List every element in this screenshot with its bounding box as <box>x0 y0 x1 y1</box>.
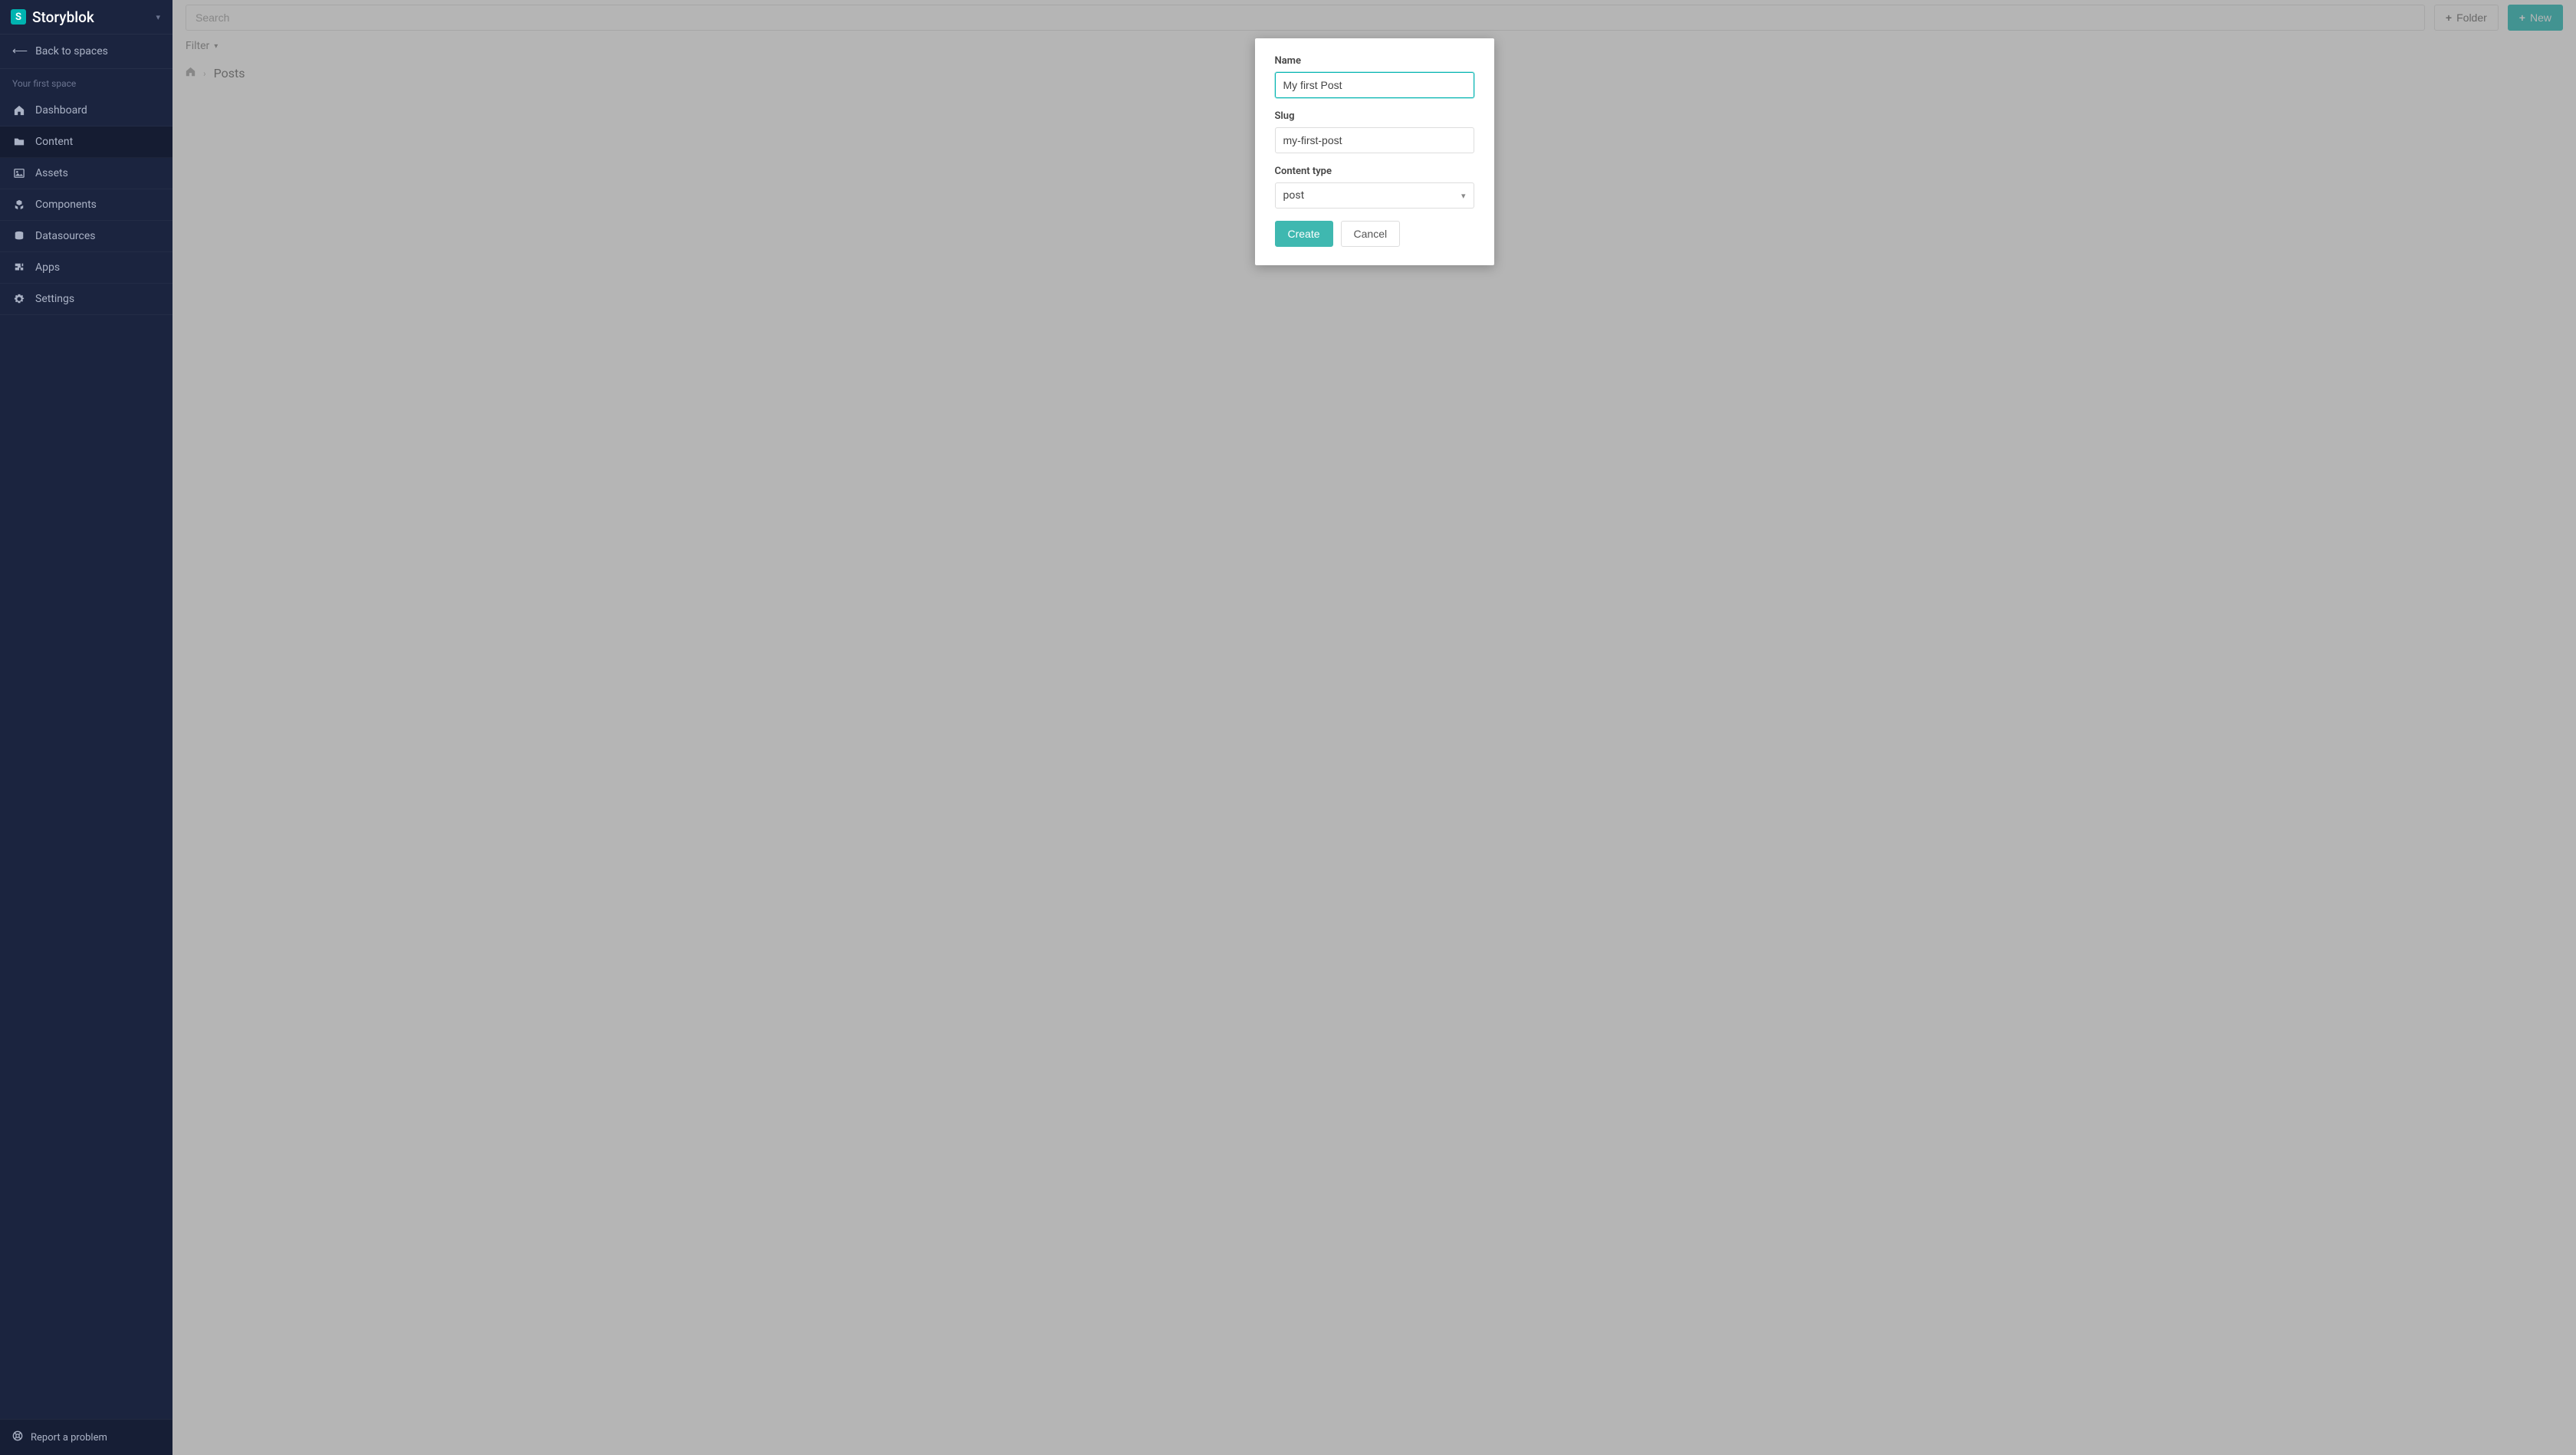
sidebar-item-datasources[interactable]: Datasources <box>0 221 172 252</box>
create-button[interactable]: Create <box>1275 221 1333 247</box>
sidebar-item-label: Apps <box>35 261 60 274</box>
sidebar-item-label: Dashboard <box>35 104 87 117</box>
sidebar-item-components[interactable]: Components <box>0 189 172 221</box>
content-type-label: Content type <box>1275 166 1474 177</box>
form-group-content-type: Content type post ▾ <box>1275 166 1474 209</box>
folder-icon <box>12 136 26 147</box>
back-label: Back to spaces <box>35 45 108 57</box>
database-icon <box>12 231 26 241</box>
slug-label: Slug <box>1275 110 1474 122</box>
slug-input[interactable] <box>1275 127 1474 153</box>
form-group-slug: Slug <box>1275 110 1474 153</box>
content-type-value: post <box>1283 189 1305 202</box>
sidebar-item-dashboard[interactable]: Dashboard <box>0 95 172 126</box>
main-content: + Folder + New Filter ▾ › Posts <box>172 0 2576 1455</box>
name-label: Name <box>1275 55 1474 67</box>
back-to-spaces-link[interactable]: ⟵ Back to spaces <box>0 34 172 69</box>
arrow-left-icon: ⟵ <box>12 45 28 57</box>
content-type-select[interactable]: post ▾ <box>1275 182 1474 209</box>
cancel-button[interactable]: Cancel <box>1341 221 1401 247</box>
space-name-label: Your first space <box>0 69 172 95</box>
image-icon <box>12 168 26 179</box>
create-entry-modal: Name Slug Content type post ▾ Create Can… <box>1255 38 1494 265</box>
life-ring-icon <box>12 1430 23 1444</box>
logo-icon: S <box>11 9 26 25</box>
report-problem-link[interactable]: Report a problem <box>0 1419 172 1455</box>
name-input[interactable] <box>1275 72 1474 98</box>
chevron-down-icon: ▾ <box>156 12 160 22</box>
sidebar-item-content[interactable]: Content <box>0 126 172 158</box>
app-name: Storyblok <box>32 8 94 26</box>
form-group-name: Name <box>1275 55 1474 98</box>
sidebar-item-label: Components <box>35 199 97 211</box>
nav-list: Dashboard Content Assets Components <box>0 95 172 315</box>
caret-down-icon: ▾ <box>1461 191 1466 201</box>
sidebar-item-label: Assets <box>35 167 68 179</box>
gear-icon <box>12 294 26 304</box>
puzzle-icon <box>12 262 26 273</box>
cubes-icon <box>12 199 26 210</box>
sidebar-item-label: Settings <box>35 293 74 305</box>
sidebar-item-assets[interactable]: Assets <box>0 158 172 189</box>
footer-label: Report a problem <box>31 1432 107 1444</box>
home-icon <box>12 105 26 116</box>
sidebar-item-label: Datasources <box>35 230 96 242</box>
sidebar: S Storyblok ▾ ⟵ Back to spaces Your firs… <box>0 0 172 1455</box>
sidebar-item-apps[interactable]: Apps <box>0 252 172 284</box>
sidebar-item-settings[interactable]: Settings <box>0 284 172 315</box>
sidebar-header[interactable]: S Storyblok ▾ <box>0 0 172 34</box>
sidebar-item-label: Content <box>35 136 73 148</box>
modal-actions: Create Cancel <box>1275 221 1474 247</box>
